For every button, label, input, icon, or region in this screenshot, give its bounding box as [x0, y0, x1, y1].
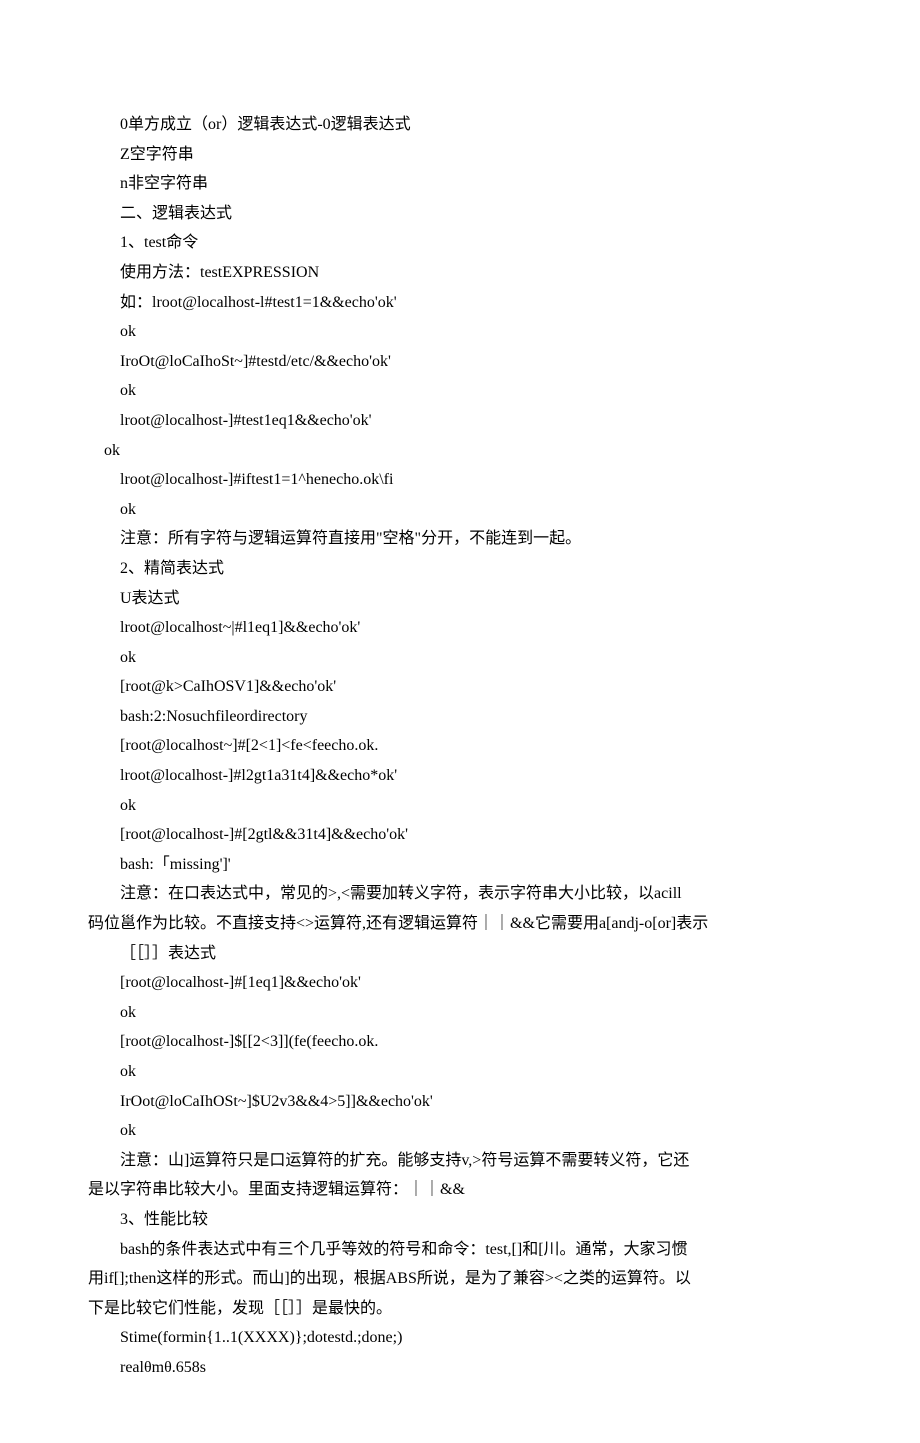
text-line: ok — [88, 643, 832, 673]
text-line: 2、精简表达式 — [88, 554, 832, 584]
paragraph: 注意：在口表达式中，常见的>,<需要加转义字符，表示字符串大小比较，以acill… — [88, 879, 832, 938]
text-line: 二、逻辑表达式 — [88, 199, 832, 229]
text-line: U表达式 — [88, 584, 832, 614]
text-line: 码位邕作为比较。不直接支持<>运算符,还有逻辑运算符｜｜&&它需要用a[andj… — [88, 909, 832, 939]
text-line: ok — [88, 317, 832, 347]
text-line: [root@localhost-]#[2gtl&&31t4]&&echo'ok' — [88, 820, 832, 850]
text-line: 下是比较它们性能，发现［［］］是最快的。 — [88, 1294, 832, 1324]
text-line: bash:「missing']' — [88, 850, 832, 880]
paragraph: bash的条件表达式中有三个几乎等效的符号和命令：test,[]和[川。通常，大… — [88, 1235, 832, 1324]
text-line: IroOt@loCaIhoSt~]#testd/etc/&&echo'ok' — [88, 347, 832, 377]
text-line: n非空字符串 — [88, 169, 832, 199]
text-line: 用if[];then这样的形式。而山]的出现，根据ABS所说，是为了兼容><之类… — [88, 1264, 832, 1294]
text-line: 0单方成立（or）逻辑表达式-0逻辑表达式 — [88, 110, 832, 140]
text-line: lroot@localhost-]#l2gt1a31t4]&&echo*ok' — [88, 761, 832, 791]
text-line: ok — [88, 495, 832, 525]
text-line: ok — [88, 1057, 832, 1087]
document-page: 0单方成立（or）逻辑表达式-0逻辑表达式 Z空字符串 n非空字符串 二、逻辑表… — [0, 0, 920, 1443]
text-line: bash:2:Nosuchfileordirectory — [88, 702, 832, 732]
text-line: realθmθ.658s — [88, 1353, 832, 1383]
text-line: ok — [88, 436, 832, 466]
text-line: Stime(formin{1..1(XXXX)};dotestd.;done;) — [88, 1323, 832, 1353]
text-line: 使用方法：testEXPRESSION — [88, 258, 832, 288]
text-line: [root@localhost-]$[[2<3]](fe(feecho.ok. — [88, 1027, 832, 1057]
text-line: ok — [88, 791, 832, 821]
text-line: Z空字符串 — [88, 140, 832, 170]
text-line: [root@localhost~]#[2<1]<fe<feecho.ok. — [88, 731, 832, 761]
text-line: lroot@localhost~|#l1eq1]&&echo'ok' — [88, 613, 832, 643]
text-line: 注意：所有字符与逻辑运算符直接用"空格"分开，不能连到一起。 — [88, 524, 832, 554]
text-line: 注意：在口表达式中，常见的>,<需要加转义字符，表示字符串大小比较，以acill — [88, 879, 832, 909]
text-line: bash的条件表达式中有三个几乎等效的符号和命令：test,[]和[川。通常，大… — [88, 1235, 832, 1265]
text-line: [root@localhost-]#[1eq1]&&echo'ok' — [88, 968, 832, 998]
paragraph: 注意：山]运算符只是口运算符的扩充。能够支持v,>符号运算不需要转义符，它还 是… — [88, 1146, 832, 1205]
text-line: 注意：山]运算符只是口运算符的扩充。能够支持v,>符号运算不需要转义符，它还 — [88, 1146, 832, 1176]
text-line: 3、性能比较 — [88, 1205, 832, 1235]
text-line: 如：lroot@localhost-l#test1=1&&echo'ok' — [88, 288, 832, 318]
text-line: 是以字符串比较大小。里面支持逻辑运算符：｜｜&& — [88, 1175, 832, 1205]
text-line: ok — [88, 376, 832, 406]
text-line: ［［］］表达式 — [88, 939, 832, 969]
text-line: 1、test命令 — [88, 228, 832, 258]
text-line: [root@k>CaIhOSV1]&&echo'ok' — [88, 672, 832, 702]
text-line: ok — [88, 998, 832, 1028]
text-line: lroot@localhost-]#test1eq1&&echo'ok' — [88, 406, 832, 436]
text-line: lroot@localhost-]#iftest1=1^henecho.ok\f… — [88, 465, 832, 495]
text-line: IrOot@loCaIhOSt~]$U2v3&&4>5]]&&echo'ok' — [88, 1087, 832, 1117]
text-line: ok — [88, 1116, 832, 1146]
